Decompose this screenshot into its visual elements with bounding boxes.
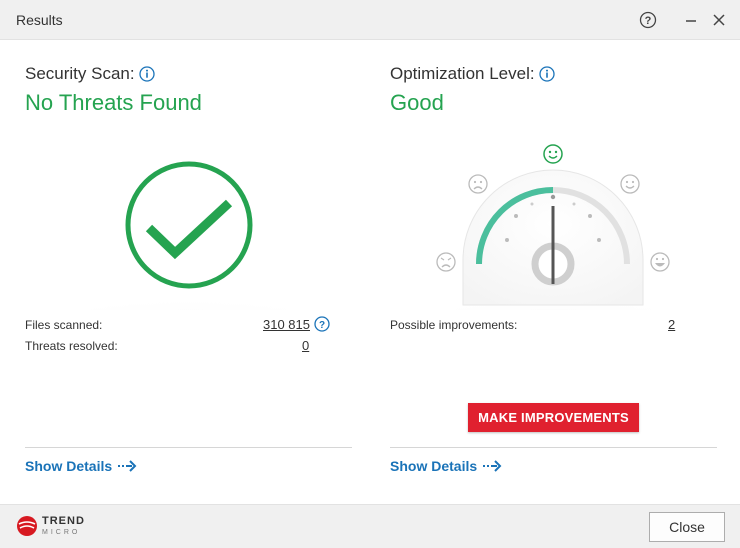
smile-face-icon: [543, 144, 563, 164]
files-help-icon[interactable]: ?: [314, 316, 330, 337]
files-scanned-value[interactable]: 310 815: [263, 317, 310, 332]
possible-improvements-label: Possible improvements:: [390, 318, 518, 332]
help-icon: ?: [639, 11, 657, 29]
help-button[interactable]: ?: [637, 9, 659, 31]
trend-micro-logo-icon: [17, 516, 37, 536]
threats-resolved-value[interactable]: 0: [302, 338, 309, 353]
close-icon: [713, 14, 725, 26]
info-icon[interactable]: [538, 66, 555, 82]
info-icon[interactable]: [138, 66, 155, 82]
threats-resolved-label: Threats resolved:: [25, 339, 118, 353]
optimization-label: Optimization Level:: [390, 64, 535, 83]
checkmark-icon: [125, 161, 253, 289]
trend-micro-logo: TREND MICRO: [16, 515, 85, 537]
sad-face-icon: [468, 174, 488, 194]
optimization-heading: Optimization Level:: [390, 64, 555, 84]
brand-line2: MICRO: [42, 529, 81, 536]
arrow-right-icon: [483, 460, 502, 472]
show-details-label: Show Details: [25, 458, 113, 474]
show-details-label: Show Details: [390, 458, 478, 474]
brand-line1: TREND: [42, 515, 85, 527]
optimization-gauge: [390, 144, 717, 310]
security-illustration: [25, 161, 352, 310]
minimize-icon: [686, 20, 696, 22]
optimization-show-details-link[interactable]: Show Details: [390, 458, 503, 474]
possible-improvements-value[interactable]: 2: [668, 317, 675, 332]
arrow-right-icon: [118, 460, 137, 472]
make-improvements-button[interactable]: MAKE IMPROVEMENTS: [468, 403, 639, 432]
right-divider: [390, 447, 717, 448]
happy-face-icon: [620, 174, 640, 194]
svg-text:?: ?: [645, 15, 652, 27]
window-title: Results: [16, 12, 63, 28]
security-scan-heading: Security Scan:: [25, 64, 155, 84]
optimization-status: Good: [390, 90, 444, 115]
close-window-button[interactable]: [708, 9, 730, 31]
title-bar: Results ?: [0, 0, 740, 40]
minimize-button[interactable]: [680, 9, 702, 31]
very-sad-face-icon: [436, 252, 456, 272]
footer-bar: [0, 504, 740, 548]
left-divider: [25, 447, 352, 448]
security-show-details-link[interactable]: Show Details: [25, 458, 138, 474]
gauge-needle: [551, 206, 555, 284]
very-happy-face-icon: [650, 252, 670, 272]
files-scanned-label: Files scanned:: [25, 318, 103, 332]
security-scan-label: Security Scan:: [25, 64, 135, 83]
svg-text:?: ?: [319, 320, 325, 331]
security-status: No Threats Found: [25, 90, 202, 115]
close-button[interactable]: Close: [649, 512, 725, 542]
